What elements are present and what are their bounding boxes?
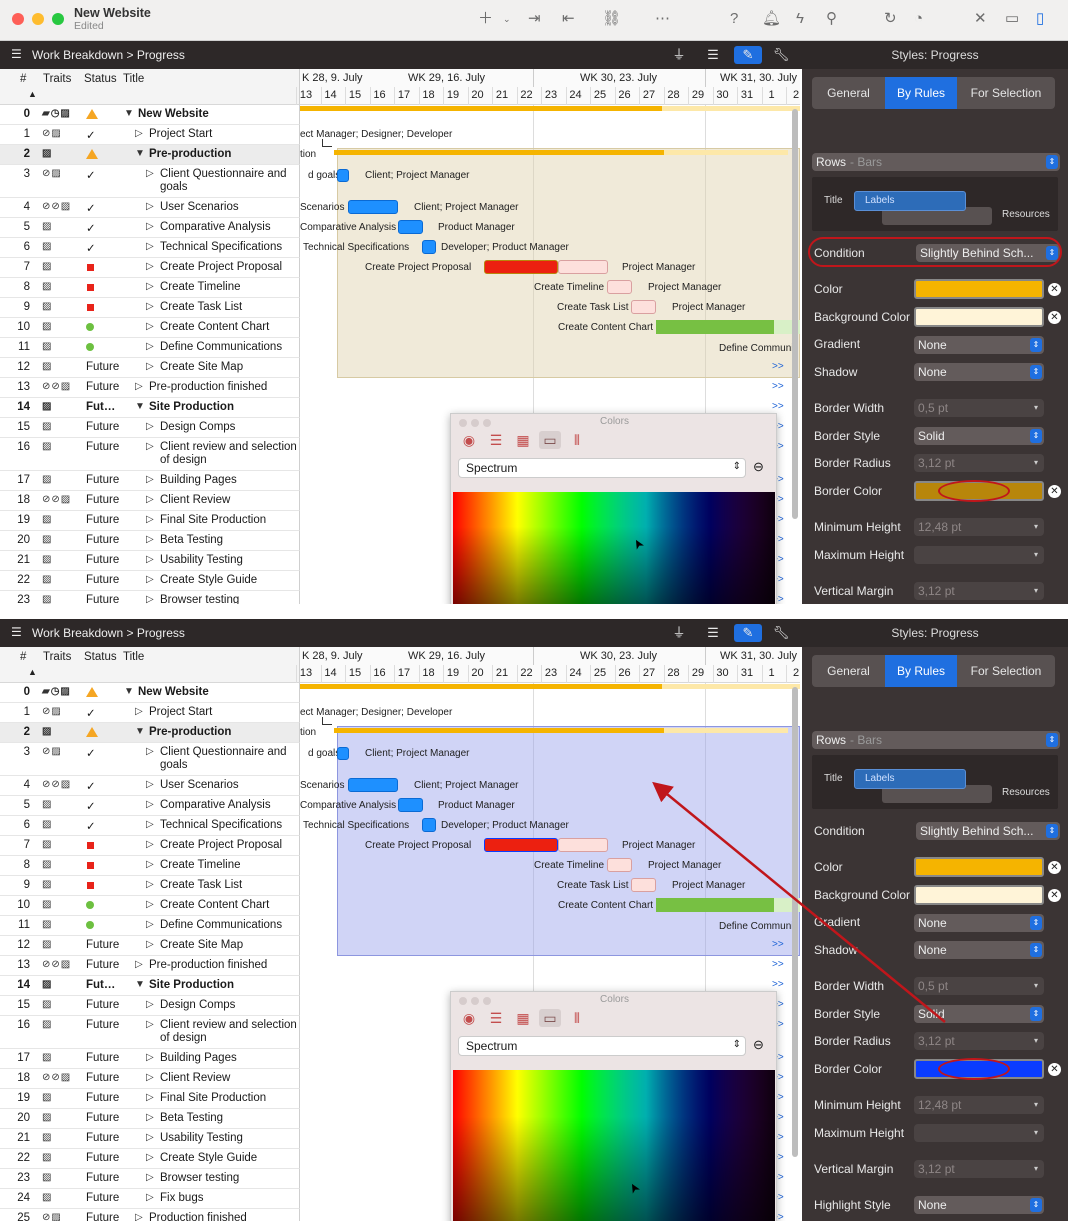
annotation-arrow	[652, 781, 946, 1023]
